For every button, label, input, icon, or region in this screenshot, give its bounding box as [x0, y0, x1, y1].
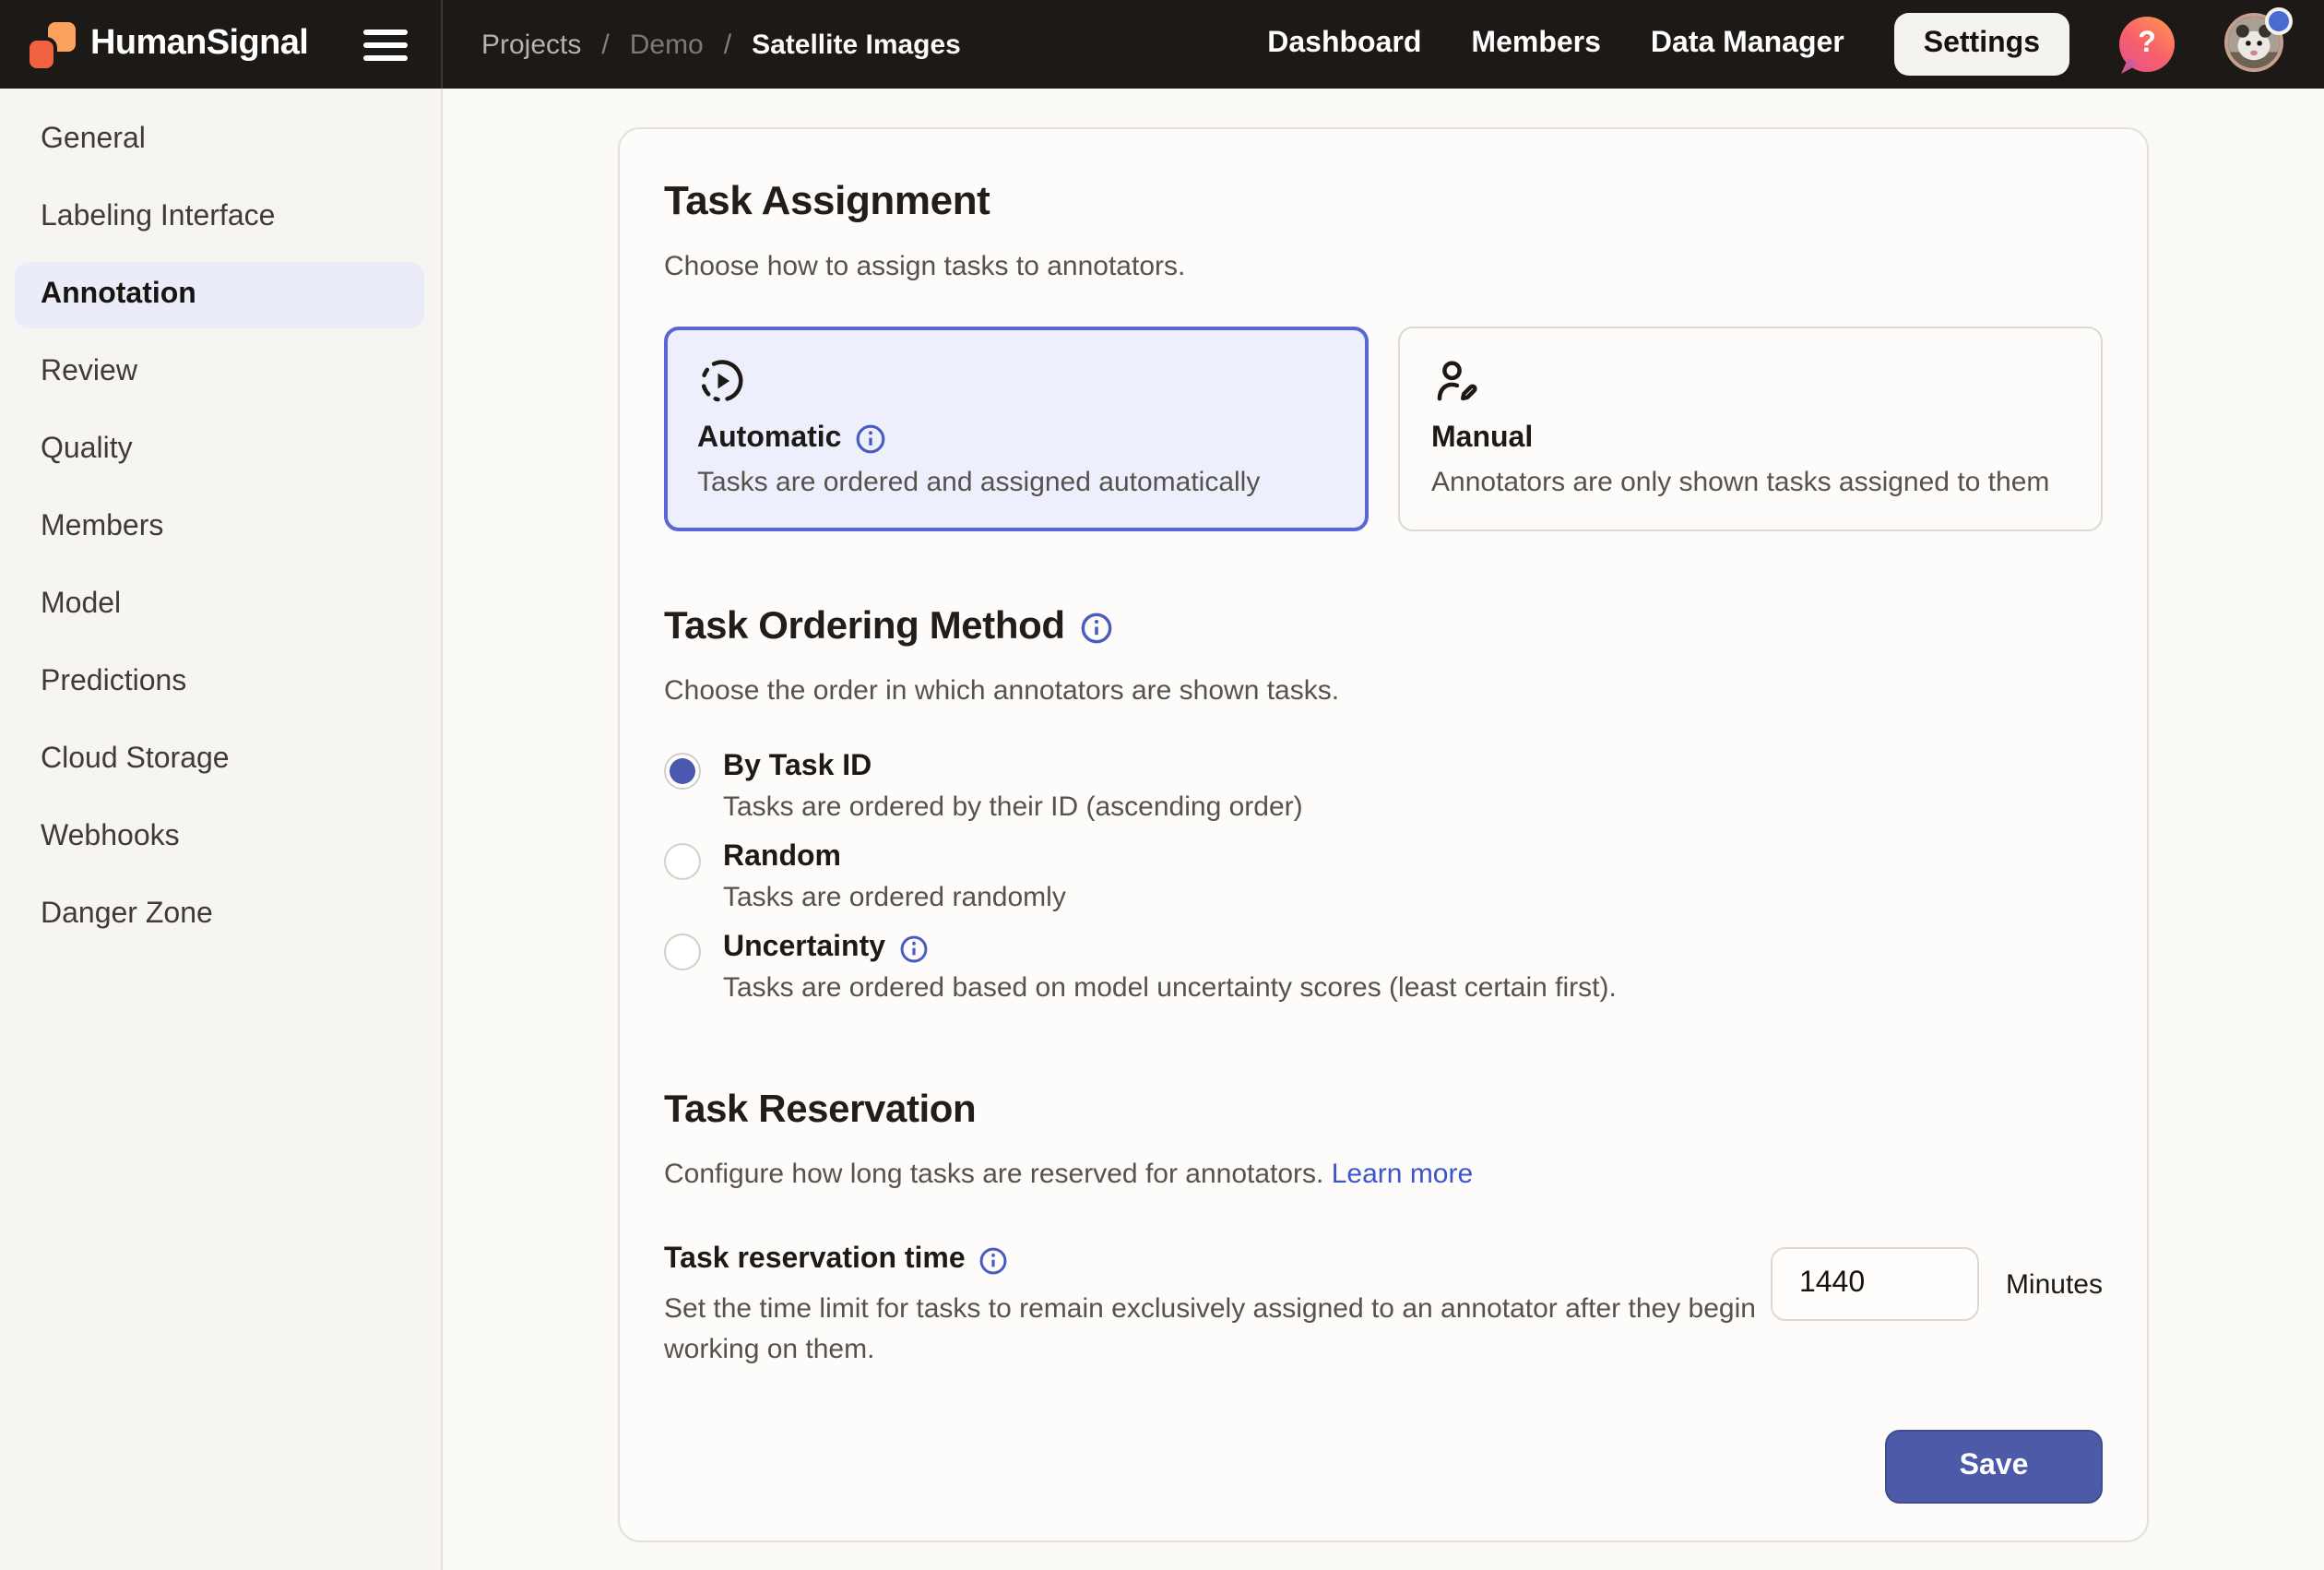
sidebar-item-quality[interactable]: Quality	[15, 417, 424, 483]
topbar: HumanSignal Projects / Demo / Satellite …	[0, 0, 2324, 89]
manual-card-title: Manual	[1431, 422, 1533, 456]
help-icon[interactable]: ?	[2119, 17, 2175, 72]
uncertainty-info-icon[interactable]	[900, 934, 928, 962]
reservation-time-description: Set the time limit for tasks to remain e…	[664, 1290, 1771, 1371]
reservation-time-info-icon[interactable]	[980, 1246, 1008, 1274]
minutes-unit-label: Minutes	[2006, 1268, 2103, 1300]
reservation-time-label: Task reservation time	[664, 1243, 966, 1277]
reservation-time-input[interactable]	[1772, 1247, 1980, 1321]
learn-more-link[interactable]: Learn more	[1332, 1159, 1473, 1190]
automatic-card-description: Tasks are ordered and assigned automatic…	[697, 467, 1335, 498]
annotation-settings-panel: Task Assignment Choose how to assign tas…	[618, 127, 2149, 1542]
manual-card-description: Annotators are only shown tasks assigned…	[1431, 467, 2069, 498]
sidebar-item-webhooks[interactable]: Webhooks	[15, 804, 424, 871]
brand-logo[interactable]: HumanSignal	[30, 21, 308, 67]
brand-name: HumanSignal	[90, 24, 308, 65]
autoplay-icon	[697, 356, 1335, 406]
radio-by-task-id-label[interactable]: By Task ID	[723, 751, 872, 784]
nav-data-manager[interactable]: Data Manager	[1651, 28, 1844, 61]
assignment-option-cards: Automatic Tasks are ordered and assigned…	[664, 327, 2103, 531]
radio-uncertainty[interactable]	[664, 934, 701, 970]
reservation-time-row: Task reservation time Set the time limit…	[664, 1243, 2103, 1371]
sidebar-item-predictions[interactable]: Predictions	[15, 649, 424, 716]
task-ordering-subtitle: Choose the order in which annotators are…	[664, 675, 2103, 707]
main-content: Task Assignment Choose how to assign tas…	[443, 89, 2324, 1570]
breadcrumb: Projects / Demo / Satellite Images	[481, 29, 961, 60]
breadcrumb-separator: /	[724, 29, 731, 60]
settings-sidebar: General Labeling Interface Annotation Re…	[0, 89, 443, 1570]
sidebar-item-model[interactable]: Model	[15, 572, 424, 638]
assignment-card-manual[interactable]: Manual Annotators are only shown tasks a…	[1398, 327, 2103, 531]
hamburger-menu-icon[interactable]	[363, 29, 408, 60]
sidebar-item-review[interactable]: Review	[15, 339, 424, 406]
task-reservation-subtitle-text: Configure how long tasks are reserved fo…	[664, 1159, 1323, 1190]
person-edit-icon	[1431, 356, 2069, 406]
reservation-time-left: Task reservation time Set the time limit…	[664, 1243, 1771, 1371]
nav-members[interactable]: Members	[1471, 28, 1601, 61]
task-assignment-title: Task Assignment	[664, 177, 2103, 225]
breadcrumb-separator: /	[601, 29, 609, 60]
page-layout: General Labeling Interface Annotation Re…	[0, 89, 2324, 1570]
task-ordering-title: Task Ordering Method	[664, 605, 1065, 649]
reservation-time-right: Minutes	[1772, 1247, 2103, 1321]
sidebar-item-general[interactable]: General	[15, 107, 424, 173]
task-reservation-title: Task Reservation	[664, 1088, 2103, 1133]
task-ordering-info-icon[interactable]	[1082, 612, 1113, 643]
radio-by-task-id-description: Tasks are ordered by their ID (ascending…	[723, 791, 1303, 823]
nav-dashboard[interactable]: Dashboard	[1267, 28, 1421, 61]
notification-badge	[2265, 7, 2293, 35]
sidebar-item-annotation[interactable]: Annotation	[15, 262, 424, 328]
radio-uncertainty-description: Tasks are ordered based on model uncerta…	[723, 972, 1617, 1004]
breadcrumb-current-page: Satellite Images	[752, 29, 961, 60]
task-reservation-subtitle: Configure how long tasks are reserved fo…	[664, 1159, 2103, 1190]
radio-by-task-id[interactable]	[664, 753, 701, 790]
sidebar-item-labeling-interface[interactable]: Labeling Interface	[15, 184, 424, 251]
save-button[interactable]: Save	[1885, 1430, 2103, 1504]
breadcrumb-projects[interactable]: Projects	[481, 29, 581, 60]
task-ordering-options: By Task ID Tasks are ordered by their ID…	[664, 751, 2103, 1004]
topbar-left: HumanSignal	[0, 0, 443, 89]
radio-random-description: Tasks are ordered randomly	[723, 882, 1066, 913]
user-avatar[interactable]	[2224, 13, 2287, 76]
automatic-card-title: Automatic	[697, 422, 841, 456]
assignment-card-automatic[interactable]: Automatic Tasks are ordered and assigned…	[664, 327, 1369, 531]
radio-random-label[interactable]: Random	[723, 841, 841, 874]
settings-button[interactable]: Settings	[1894, 13, 2069, 76]
topbar-right: Dashboard Members Data Manager Settings …	[1267, 13, 2324, 76]
sidebar-item-members[interactable]: Members	[15, 494, 424, 561]
breadcrumb-demo[interactable]: Demo	[630, 29, 704, 60]
automatic-info-icon[interactable]	[856, 424, 885, 454]
radio-option-uncertainty: Uncertainty Tasks are ordered based	[664, 932, 2103, 1004]
task-assignment-subtitle: Choose how to assign tasks to annotators…	[664, 251, 2103, 282]
radio-random[interactable]	[664, 843, 701, 880]
sidebar-item-cloud-storage[interactable]: Cloud Storage	[15, 727, 424, 793]
radio-option-random: Random Tasks are ordered randomly	[664, 841, 2103, 913]
humansignal-logo-icon	[30, 21, 76, 67]
sidebar-item-danger-zone[interactable]: Danger Zone	[15, 882, 424, 948]
radio-option-by-task-id: By Task ID Tasks are ordered by their ID…	[664, 751, 2103, 823]
radio-uncertainty-label[interactable]: Uncertainty	[723, 932, 885, 965]
task-ordering-title-row: Task Ordering Method	[664, 605, 2103, 649]
app-root: HumanSignal Projects / Demo / Satellite …	[0, 0, 2324, 1570]
